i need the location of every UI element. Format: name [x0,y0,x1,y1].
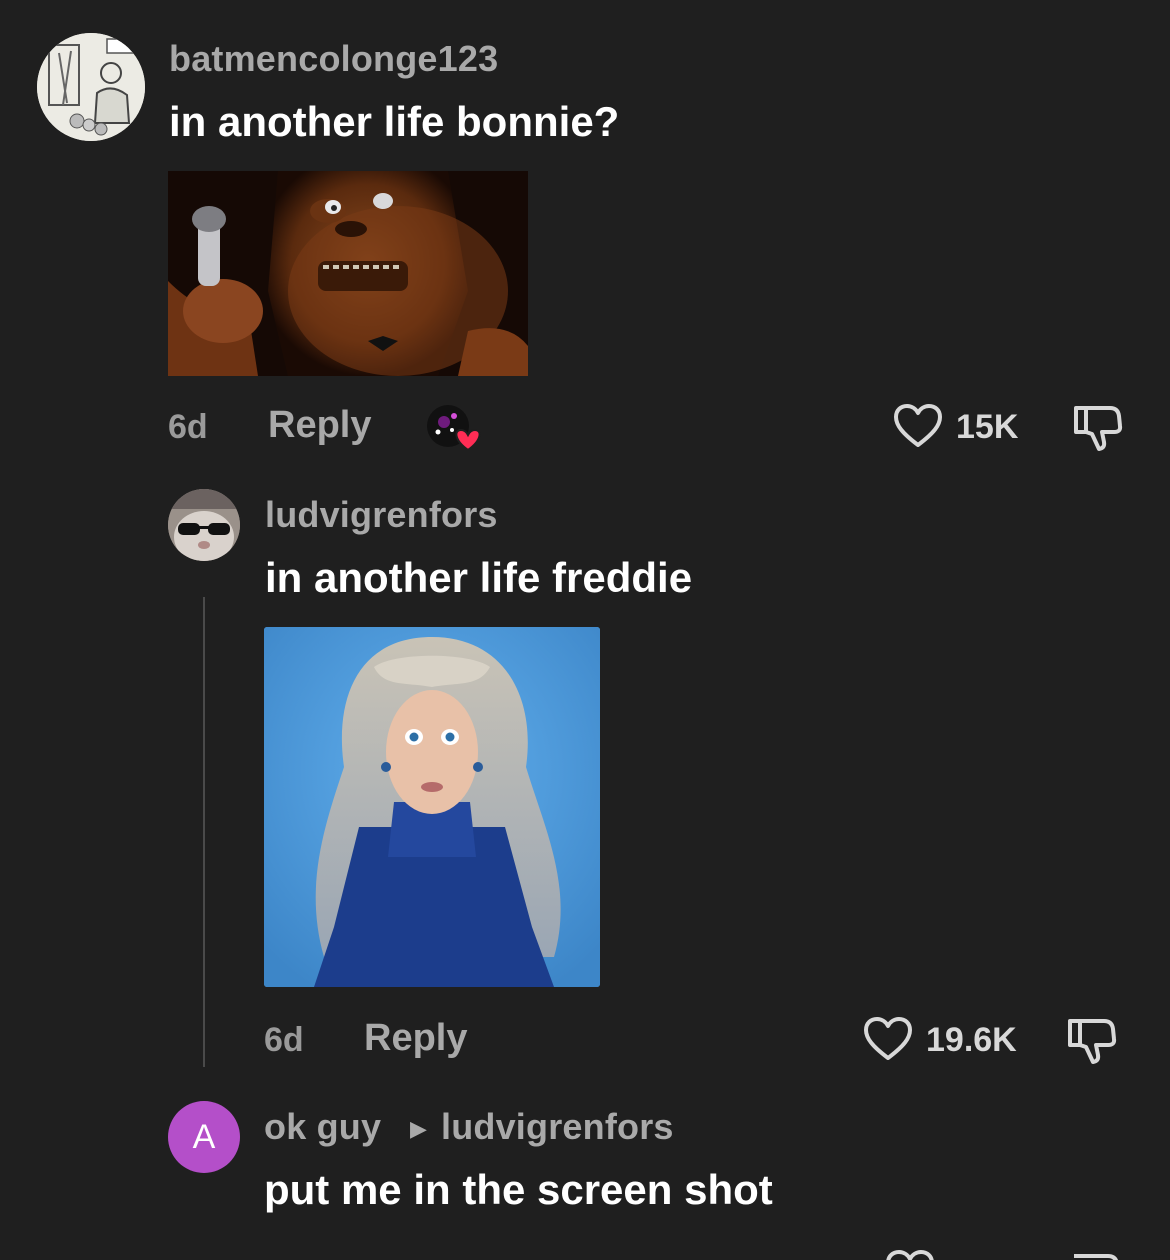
comment-time: 6d [264,1021,304,1059]
avatar-batmencolonge123[interactable] [37,33,145,141]
heart-outline-icon[interactable] [884,1248,936,1260]
comment-text: put me in the screen shot [264,1166,773,1213]
portrait-photo-image[interactable] [264,627,600,987]
dislike-icon[interactable] [1068,1250,1124,1260]
avatar-ok-guy[interactable]: A [168,1101,240,1173]
like-count: 19.6K [926,1021,1017,1059]
like-count: 15K [956,408,1019,446]
comment-username[interactable]: ok guy [264,1106,381,1148]
heart-outline-icon[interactable] [892,402,944,450]
reply-to-username[interactable]: ludvigrenfors [441,1106,674,1148]
dislike-icon[interactable] [1070,402,1126,454]
comment-text: in another life freddie [265,554,693,601]
comment-time: 6d [168,408,208,446]
creator-liked-badge [424,402,484,452]
reply-button[interactable]: Reply [268,404,371,447]
avatar-letter: A [192,1117,216,1156]
dislike-icon[interactable] [1064,1015,1120,1067]
comment-username[interactable]: ludvigrenfors [265,494,498,536]
avatar-cat-sunglasses-image [168,489,240,561]
freddy-gif-image[interactable] [168,171,528,376]
reply-arrow-icon: ▶ [410,1116,427,1141]
thread-line [203,597,205,1067]
avatar-cartoon-image [37,33,145,141]
avatar-ludvigrenfors[interactable] [168,489,240,561]
reply-button[interactable]: Reply [364,1017,467,1060]
heart-outline-icon[interactable] [862,1015,914,1063]
comment-username[interactable]: batmencolonge123 [169,38,498,80]
comment-text: in another life bonnie? [169,98,620,145]
